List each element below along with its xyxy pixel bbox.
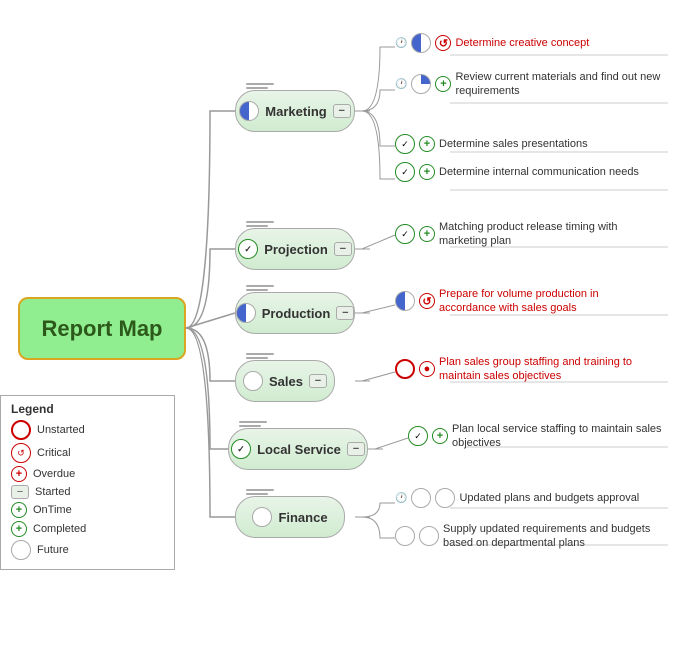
branch-finance[interactable]: Finance — [235, 496, 345, 538]
legend-future-label: Future — [37, 544, 69, 556]
local-service-icon: ✓ — [231, 439, 251, 459]
leaf-review: 🕐 + Review current materials and find ou… — [395, 70, 665, 99]
projection-minus: − — [334, 242, 352, 256]
leaf-local-service: ✓ + Plan local service staffing to maint… — [408, 422, 662, 451]
leaf-sales: ● Plan sales group staffing and training… — [395, 355, 649, 384]
production-icon — [236, 303, 256, 323]
leaf-prod-text: Prepare for volume production in accorda… — [439, 287, 649, 316]
leaf-creative-status — [411, 33, 431, 53]
finance-icon — [252, 507, 272, 527]
leaf-sales-text: Plan sales group staffing and training t… — [439, 355, 649, 384]
branch-projection[interactable]: ✓ Projection − — [235, 228, 355, 270]
leaf-comm-status: ✓ — [395, 162, 415, 182]
unstarted-icon — [11, 420, 31, 440]
leaf-ls-plus: + — [432, 428, 448, 444]
legend-box: Legend Unstarted ↺ Critical + Overdue − … — [0, 395, 175, 570]
production-minus: − — [336, 306, 354, 320]
completed-icon: + — [11, 521, 27, 537]
leaf-sales-status — [395, 359, 415, 379]
sales-minus: − — [309, 374, 327, 388]
leaf-fin2-status — [395, 526, 415, 546]
legend-title: Legend — [11, 402, 164, 416]
leaf-salespres-status: ✓ — [395, 134, 415, 154]
clock-icon-2: 🕐 — [395, 79, 407, 90]
legend-ontime-label: OnTime — [33, 504, 72, 516]
leaf-fin2-text: Supply updated requirements and budgets … — [443, 522, 653, 551]
leaf-ls-text: Plan local service staffing to maintain … — [452, 422, 662, 451]
ontime-icon: + — [11, 502, 27, 518]
leaf-review-status — [411, 74, 431, 94]
leaf-finance-2: Supply updated requirements and budgets … — [395, 522, 653, 551]
root-node: Report Map — [18, 297, 186, 360]
overdue-icon: + — [11, 466, 27, 482]
branch-production[interactable]: Production − — [235, 292, 355, 334]
legend-unstarted-label: Unstarted — [37, 424, 85, 436]
legend-completed-label: Completed — [33, 523, 86, 535]
leaf-proj-text: Matching product release timing with mar… — [439, 220, 649, 249]
leaf-projection: ✓ + Matching product release timing with… — [395, 220, 649, 249]
sales-label: Sales — [269, 374, 303, 389]
leaf-finance-1: 🕐 Updated plans and budgets approval — [395, 488, 639, 508]
projection-icon: ✓ — [238, 239, 258, 259]
legend-started: − Started — [11, 485, 164, 499]
root-label: Report Map — [42, 316, 163, 342]
legend-unstarted: Unstarted — [11, 420, 164, 440]
leaf-comm-text: Determine internal communication needs — [439, 165, 639, 179]
critical-icon: ↺ — [11, 443, 31, 463]
legend-completed: + Completed — [11, 521, 164, 537]
legend-ontime: + OnTime — [11, 502, 164, 518]
started-icon: − — [11, 485, 29, 499]
future-icon — [11, 540, 31, 560]
leaf-proj-status: ✓ — [395, 224, 415, 244]
leaf-review-text: Review current materials and find out ne… — [455, 70, 665, 99]
local-service-minus: − — [347, 442, 365, 456]
marketing-label: Marketing — [265, 104, 326, 119]
branch-sales[interactable]: Sales − — [235, 360, 335, 402]
leaf-fin1-status2 — [435, 488, 455, 508]
leaf-internal-comm: ✓ + Determine internal communication nee… — [395, 162, 639, 182]
leaf-creative-plus: ↺ — [435, 35, 451, 51]
legend-critical-label: Critical — [37, 447, 71, 459]
leaf-salespres-text: Determine sales presentations — [439, 137, 588, 151]
leaf-salespres-plus: + — [419, 136, 435, 152]
legend-started-label: Started — [35, 486, 70, 498]
leaf-creative-text: Determine creative concept — [455, 36, 589, 50]
leaf-comm-plus: + — [419, 164, 435, 180]
leaf-proj-plus: + — [419, 226, 435, 242]
production-label: Production — [262, 306, 331, 321]
leaf-production: ↺ Prepare for volume production in accor… — [395, 287, 649, 316]
branch-marketing[interactable]: Marketing − — [235, 90, 355, 132]
legend-overdue-label: Overdue — [33, 468, 75, 480]
leaf-prod-status — [395, 291, 415, 311]
leaf-review-plus: + — [435, 76, 451, 92]
leaf-creative: 🕐 ↺ Determine creative concept — [395, 33, 589, 53]
marketing-minus: − — [333, 104, 351, 118]
sales-icon — [243, 371, 263, 391]
projection-label: Projection — [264, 242, 328, 257]
leaf-fin1-status — [411, 488, 431, 508]
branch-local-service[interactable]: ✓ Local Service − — [228, 428, 368, 470]
leaf-sales-pres: ✓ + Determine sales presentations — [395, 134, 588, 154]
local-service-label: Local Service — [257, 442, 341, 457]
clock-icon: 🕐 — [395, 38, 407, 49]
leaf-ls-status: ✓ — [408, 426, 428, 446]
legend-critical: ↺ Critical — [11, 443, 164, 463]
marketing-icon — [239, 101, 259, 121]
leaf-fin1-text: Updated plans and budgets approval — [459, 491, 639, 505]
leaf-sales-plus: ● — [419, 361, 435, 377]
leaf-prod-plus: ↺ — [419, 293, 435, 309]
leaf-fin2-status2 — [419, 526, 439, 546]
legend-future: Future — [11, 540, 164, 560]
clock-icon-3: 🕐 — [395, 493, 407, 504]
finance-label: Finance — [278, 510, 327, 525]
legend-overdue: + Overdue — [11, 466, 164, 482]
